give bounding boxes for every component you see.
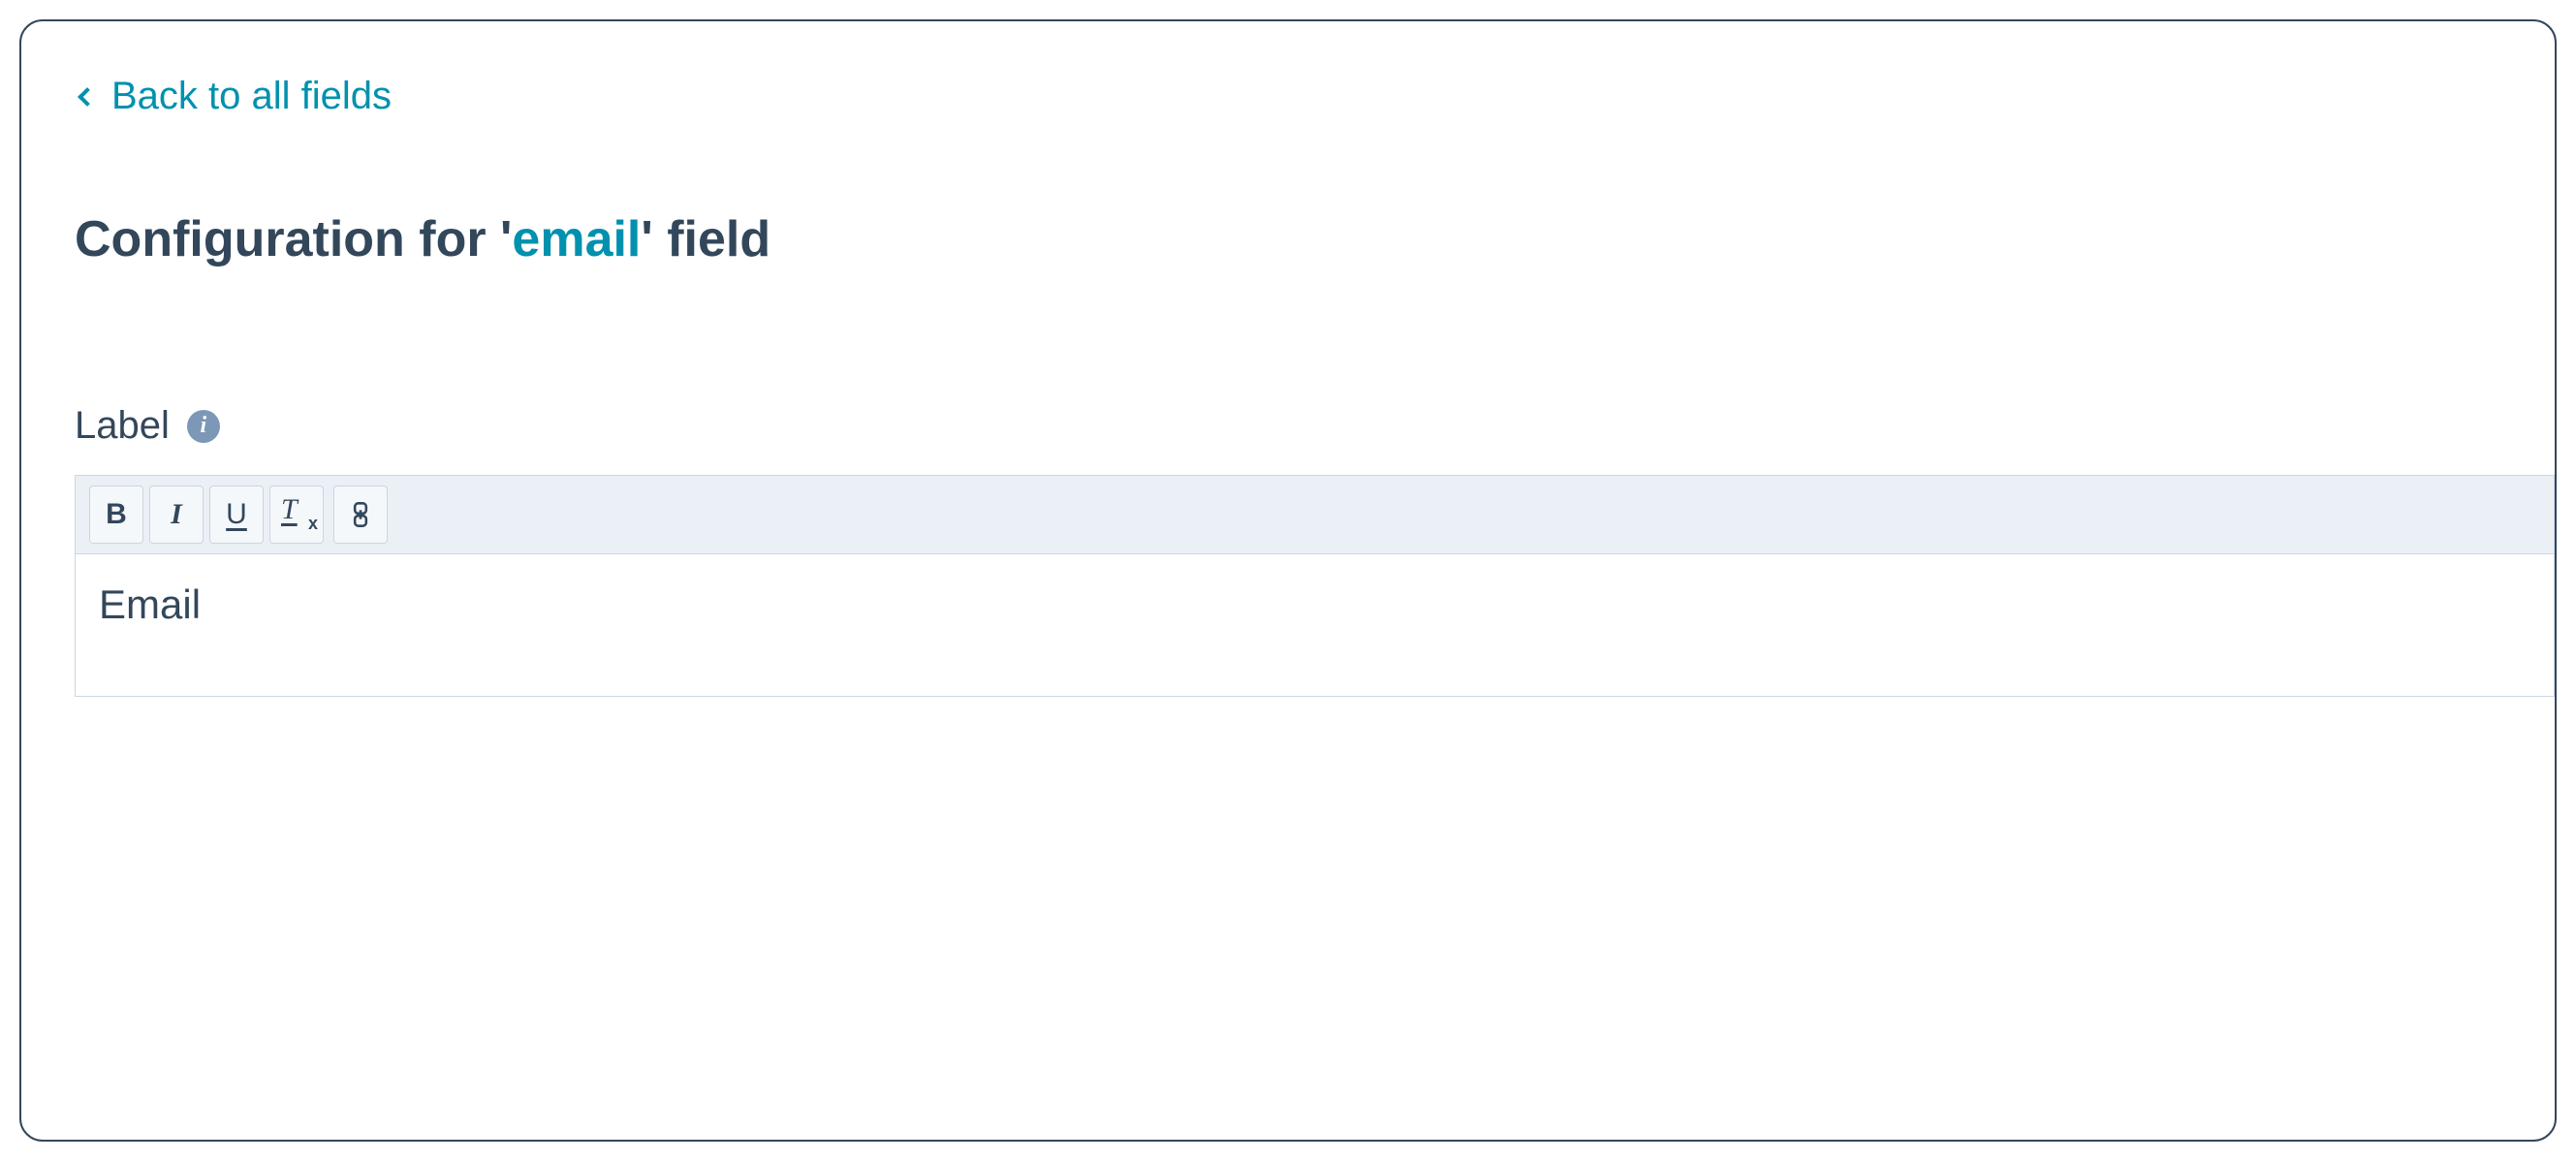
link-button[interactable] (333, 486, 388, 544)
label-row: Label i (75, 404, 2555, 448)
toolbar-group-format: B I U T x (89, 486, 324, 544)
editor-toolbar: B I U T x (76, 476, 2554, 554)
field-config-card: Back to all fields Configuration for 'em… (19, 19, 2557, 1142)
clear-format-button[interactable]: T x (269, 486, 324, 544)
heading-prefix: Configuration for ' (75, 211, 512, 267)
label-input[interactable]: Email (76, 554, 2554, 696)
bold-button[interactable]: B (89, 486, 143, 544)
rich-text-editor: B I U T x (75, 475, 2555, 697)
link-icon (347, 501, 374, 528)
italic-button[interactable]: I (149, 486, 204, 544)
back-link[interactable]: Back to all fields (75, 75, 392, 118)
clear-format-icon: T x (279, 497, 314, 532)
heading-suffix: ' field (641, 211, 770, 267)
chevron-left-icon (78, 87, 97, 107)
label-text: Label (75, 404, 170, 448)
back-link-label: Back to all fields (111, 75, 392, 118)
page-heading: Configuration for 'email' field (75, 210, 2555, 268)
heading-field-name: email (512, 211, 641, 267)
italic-icon: I (171, 498, 182, 531)
underline-button[interactable]: U (209, 486, 264, 544)
toolbar-group-link (333, 486, 388, 544)
underline-icon: U (226, 498, 247, 531)
bold-icon: B (106, 498, 127, 531)
info-icon[interactable]: i (187, 410, 220, 443)
